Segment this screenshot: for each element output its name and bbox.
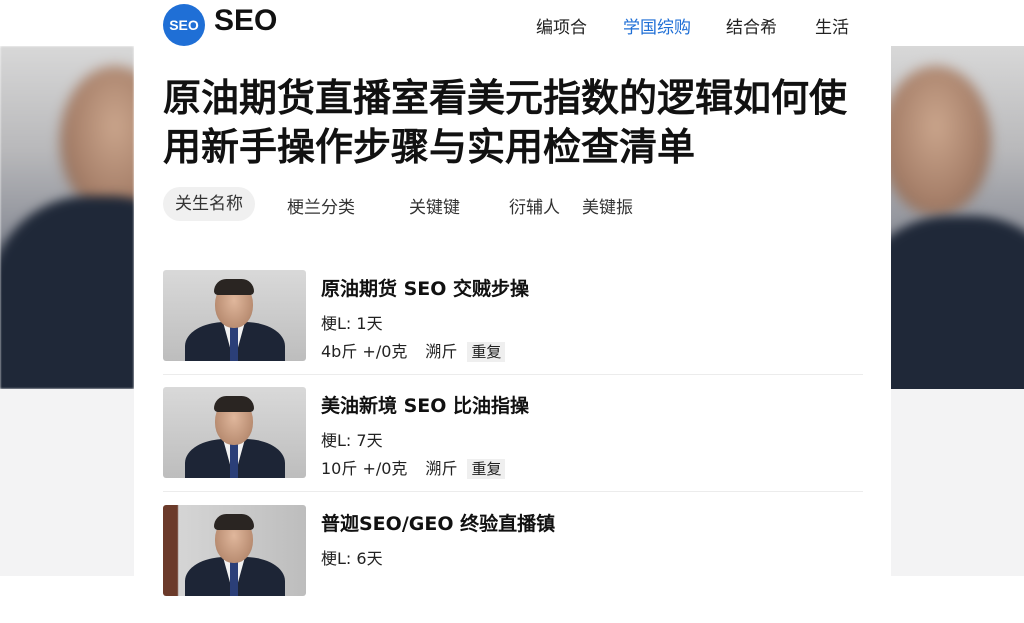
filter-tag-5[interactable]: 美键振 [582,193,633,218]
article-meta: 梗L: 1天 [321,314,383,333]
article-label: 溯斤 [425,342,458,361]
article-badge[interactable]: 重复 [467,342,506,362]
background-photo-left [0,46,134,389]
background-bottom-left [0,389,134,576]
filter-tag-2[interactable]: 梗兰分类 [287,193,355,218]
article-list-item[interactable]: 普迦SEO/GEO 终验直播镇 梗L: 6天 [163,505,863,623]
filter-tag-4[interactable]: 衍辅人 [509,193,560,218]
article-thumbnail[interactable] [163,387,306,478]
article-list-item[interactable]: 美油新境 SEO 比油指操 梗L: 7天 10斤 +/0克 溯斤 重复 [163,387,863,505]
article-thumbnail[interactable] [163,505,306,596]
background-photo-right [891,46,1024,389]
article-label: 溯斤 [425,459,458,478]
article-title[interactable]: 美油新境 SEO 比油指操 [321,391,529,418]
article-stat: 4b斤 +/0克 [321,342,408,361]
article-title[interactable]: 普迦SEO/GEO 终验直播镇 [321,509,555,536]
nav-item-2-active[interactable]: 学国综购 [623,13,691,38]
nav-item-3[interactable]: 结合希 [726,13,777,38]
background-bottom-right [891,389,1024,576]
top-nav-bar: SEO SEO 编项合 学国综购 结合希 生活 [0,0,1024,46]
nav-item-1[interactable]: 编项合 [536,13,587,38]
article-stat: 10斤 +/0克 [321,459,408,478]
site-logo[interactable]: SEO [163,4,205,46]
article-stats: 10斤 +/0克 溯斤 重复 [321,455,506,479]
background-person-suit [891,216,1024,389]
filter-tag-1-selected[interactable]: 关生名称 [163,187,255,221]
site-brand-name[interactable]: SEO [214,4,277,38]
article-title[interactable]: 原油期货 SEO 交贼步操 [321,274,529,301]
article-stats: 4b斤 +/0克 溯斤 重复 [321,338,506,362]
article-badge[interactable]: 重复 [467,459,506,479]
nav-item-4[interactable]: 生活 [815,13,849,38]
article-thumbnail[interactable] [163,270,306,361]
background-person-head [60,66,134,216]
background-person-head [891,66,991,216]
thumb-hair [214,514,254,530]
filter-tag-3[interactable]: 关键键 [409,193,460,218]
thumb-tie [230,326,238,361]
thumb-hair [214,279,254,295]
page-title: 原油期货直播室看美元指数的逻辑如何使用新手操作步骤与实用检查清单 [163,76,848,169]
thumb-tie [230,443,238,478]
background-person-suit [0,196,134,389]
thumb-hair [214,396,254,412]
divider [163,374,863,375]
thumb-tie [230,561,238,596]
divider [163,491,863,492]
article-meta: 梗L: 6天 [321,549,383,568]
article-list-item[interactable]: 原油期货 SEO 交贼步操 梗L: 1天 4b斤 +/0克 溯斤 重复 [163,270,863,388]
logo-text: SEO [169,17,199,33]
article-meta: 梗L: 7天 [321,431,383,450]
